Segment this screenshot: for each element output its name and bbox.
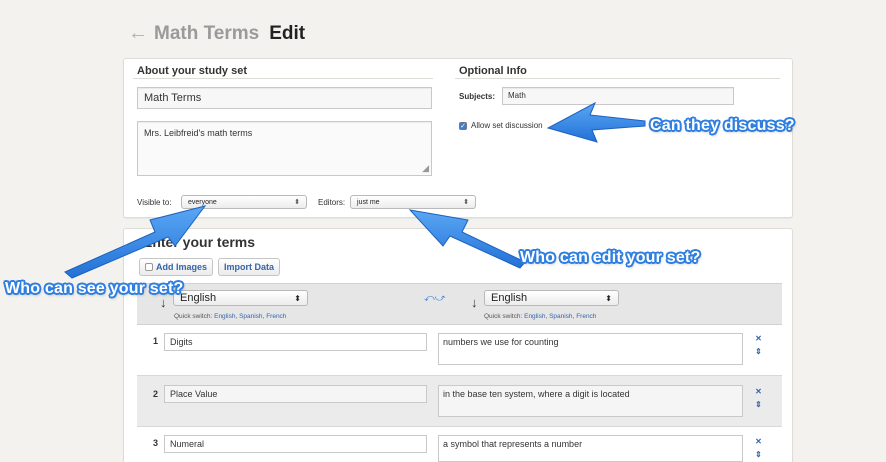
see-callout: Who can see your set? (5, 280, 184, 297)
callout-arrows (64, 101, 646, 279)
edit-arrow (408, 209, 526, 269)
see-arrow (64, 205, 207, 279)
edit-callout: Who can edit your set? (520, 249, 701, 266)
discuss-callout: Can they discuss? (650, 117, 795, 134)
discuss-arrow (546, 101, 646, 143)
